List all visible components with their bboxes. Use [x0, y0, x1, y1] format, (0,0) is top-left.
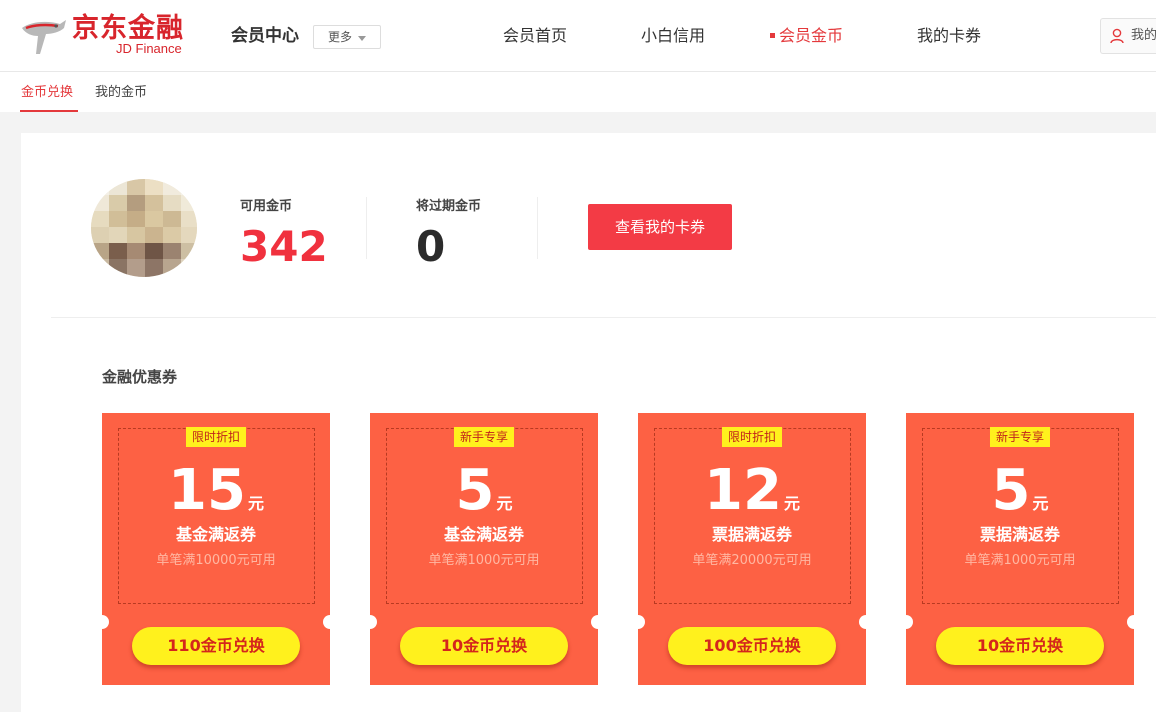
coupon-card: 限时折扣 15 元 基金满返券 单笔满10000元可用 110金币兑换 — [102, 413, 330, 685]
nav-xiaobai-credit[interactable]: 小白信用 — [641, 25, 705, 47]
more-dropdown-label: 更多 — [328, 30, 353, 44]
coupon-notch-right — [859, 615, 866, 629]
coupon-amount-number: 15 — [168, 458, 246, 523]
coupon-condition: 单笔满20000元可用 — [692, 553, 812, 568]
coupon-tag: 新手专享 — [989, 427, 1051, 447]
logo-text-en: JD Finance — [116, 41, 182, 56]
coupon-amount-number: 12 — [704, 458, 782, 523]
redeem-button[interactable]: 10金币兑换 — [400, 627, 568, 665]
view-my-coupons-button[interactable]: 查看我的卡券 — [588, 204, 732, 250]
finance-coupons-title: 金融优惠券 — [102, 368, 178, 386]
coupon-amount: 12 元 — [638, 461, 866, 521]
available-coins-value: 342 — [240, 222, 328, 271]
caret-down-icon — [358, 36, 366, 41]
coupon-amount-unit: 元 — [783, 494, 800, 513]
more-dropdown[interactable]: 更多 — [313, 25, 381, 49]
nav-member-home[interactable]: 会员首页 — [503, 25, 567, 47]
coupon-amount-unit: 元 — [496, 494, 513, 513]
subnav-coin-exchange[interactable]: 金币兑换 — [21, 83, 73, 103]
coupon-card: 新手专享 5元 基金满返券 单笔满1000元可用 10金币兑换 — [370, 413, 598, 685]
coupon-card: 限时折扣 12 元 票据满返券 单笔满20000元可用 100金币兑换 — [638, 413, 866, 685]
stat-divider — [537, 197, 538, 259]
coupon-amount: 5元 — [370, 461, 598, 521]
coupon-name: 票据满返券 — [979, 525, 1060, 544]
coupon-notch-left — [102, 615, 109, 629]
expiring-coins-value: 0 — [416, 222, 446, 271]
redeem-button[interactable]: 110金币兑换 — [132, 627, 300, 665]
section-divider — [51, 317, 1156, 318]
stat-divider — [366, 197, 367, 259]
coupon-condition: 单笔满1000元可用 — [428, 553, 540, 568]
user-menu-button[interactable]: 我的 — [1100, 18, 1156, 54]
nav-member-coins[interactable]: 会员金币 — [779, 25, 843, 47]
coupon-notch-left — [370, 615, 377, 629]
redeem-button[interactable]: 100金币兑换 — [668, 627, 836, 665]
jd-finance-logo[interactable]: 京东金融 JD Finance — [20, 14, 190, 60]
subnav-my-coins[interactable]: 我的金币 — [95, 83, 147, 103]
coupon-amount-number: 5 — [991, 458, 1031, 523]
coupon-amount: 5元 — [906, 461, 1134, 521]
redeem-button[interactable]: 10金币兑换 — [936, 627, 1104, 665]
coupon-tag: 限时折扣 — [185, 427, 247, 447]
user-icon — [1110, 28, 1124, 44]
member-center-title: 会员中心 — [231, 26, 299, 46]
coupon-notch-left — [638, 615, 645, 629]
coupon-condition: 单笔满10000元可用 — [156, 553, 276, 568]
coupon-notch-left — [906, 615, 913, 629]
avatar-pixelated-image — [91, 179, 197, 277]
coupon-amount-unit: 元 — [247, 494, 264, 513]
expiring-coins-label: 将过期金币 — [416, 199, 482, 214]
coupon-tag: 新手专享 — [453, 427, 515, 447]
coupon-notch-right — [323, 615, 330, 629]
sub-navigation: 金币兑换 我的金币 — [0, 72, 1156, 112]
logo-text-cn: 京东金融 — [72, 13, 184, 44]
coupon-amount-unit: 元 — [1032, 494, 1049, 513]
coupon-name: 基金满返券 — [175, 525, 256, 544]
coupon-amount: 15 元 — [102, 461, 330, 521]
active-nav-indicator — [770, 33, 775, 38]
user-menu-label: 我的 — [1131, 28, 1156, 43]
coupon-amount-number: 5 — [455, 458, 495, 523]
coupon-tag: 限时折扣 — [721, 427, 783, 447]
top-header: 京东金融 JD Finance 会员中心 更多 会员首页 小白信用 会员金币 我… — [0, 0, 1156, 72]
subnav-active-underline — [20, 110, 78, 112]
user-avatar — [91, 179, 197, 277]
jd-dog-logo-icon — [22, 20, 66, 54]
nav-my-coupons[interactable]: 我的卡券 — [917, 25, 981, 47]
coupon-condition: 单笔满1000元可用 — [964, 553, 1076, 568]
coupon-name: 票据满返券 — [711, 525, 792, 544]
coupon-name: 基金满返券 — [443, 525, 524, 544]
coupon-notch-right — [591, 615, 598, 629]
coupon-notch-right — [1127, 615, 1134, 629]
coupon-card: 新手专享 5元 票据满返券 单笔满1000元可用 10金币兑换 — [906, 413, 1134, 685]
available-coins-label: 可用金币 — [240, 199, 293, 214]
main-panel: 可用金币 342 将过期金币 0 查看我的卡券 金融优惠券 限时折扣 15 元 基… — [21, 133, 1156, 712]
